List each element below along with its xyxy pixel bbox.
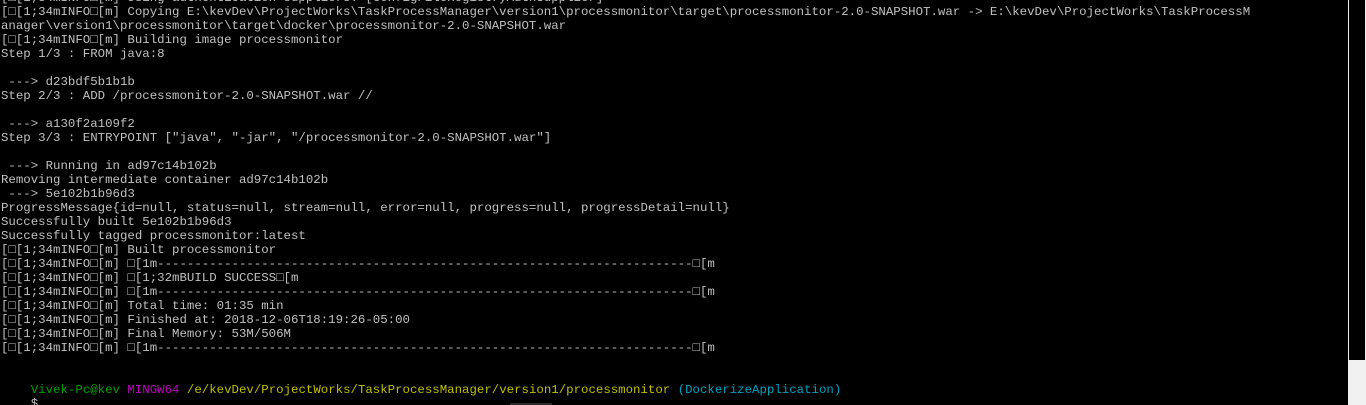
prompt-cwd: /e/kevDev/ProjectWorks/TaskProcessManage… xyxy=(186,383,671,397)
output-line: Step 2/3 : ADD /processmonitor-2.0-SNAPS… xyxy=(1,89,373,103)
output-line: [□[1;34mINFO□[m] Finished at: 2018-12-06… xyxy=(1,313,410,327)
output-line: [□[1;34mINFO□[m] Built processmonitor xyxy=(1,243,277,257)
terminal-output[interactable]: [□[1;34mINFO□[m] Using authentication su… xyxy=(0,0,1348,405)
prompt-user-host: Vivek-Pc@kev xyxy=(30,383,120,397)
output-line: ---> d23bdf5b1b1b xyxy=(1,75,135,89)
output-line: [□[1;34mINFO□[m] □[1m-------------------… xyxy=(1,341,715,355)
output-line: ProgressMessage{id=null, status=null, st… xyxy=(1,201,730,215)
output-line: [□[1;34mINFO□[m] □[1m-------------------… xyxy=(1,257,715,271)
output-line: [□[1;34mINFO□[m] Final Memory: 53M/506M xyxy=(1,327,291,341)
vertical-scrollbar[interactable] xyxy=(1348,0,1366,405)
output-line: ---> a130f2a109f2 xyxy=(1,117,135,131)
output-line: [□[1;34mINFO□[m] Building image processm… xyxy=(1,33,344,47)
prompt-symbol: $ xyxy=(30,397,39,405)
output-line: [□[1;34mINFO□[m] □[1m-------------------… xyxy=(1,285,715,299)
output-line: [□[1;34mINFO□[m] Copying E:\kevDev\Proje… xyxy=(1,5,1251,19)
output-line: Successfully built 5e102b1b96d3 xyxy=(1,215,232,229)
output-line: Successfully tagged processmonitor:lates… xyxy=(1,229,306,243)
output-line: Removing intermediate container ad97c14b… xyxy=(1,173,329,187)
prompt-git-branch: (DockerizeApplication) xyxy=(677,383,842,397)
scrollbar-thumb[interactable] xyxy=(1349,0,1365,360)
output-line: anager\version1\processmonitor\target\do… xyxy=(1,19,567,33)
output-line: ---> 5e102b1b96d3 xyxy=(1,187,135,201)
output-lines: [□[1;34mINFO□[m] Using authentication su… xyxy=(0,0,1348,369)
output-line: [□[1;34mINFO□[m] Total time: 01:35 min xyxy=(1,299,284,313)
output-line: Step 1/3 : FROM java:8 xyxy=(1,47,165,61)
output-line: Step 3/3 : ENTRYPOINT ["java", "-jar", "… xyxy=(1,131,552,145)
shell-prompt: Vivek-Pc@kev MINGW64 /e/kevDev/ProjectWo… xyxy=(0,369,1348,397)
output-line: [□[1;34mINFO□[m] □[1;32mBUILD SUCCESS□[m xyxy=(1,271,299,285)
output-line: ---> Running in ad97c14b102b xyxy=(1,159,217,173)
prompt-shell-name: MINGW64 xyxy=(127,383,180,397)
